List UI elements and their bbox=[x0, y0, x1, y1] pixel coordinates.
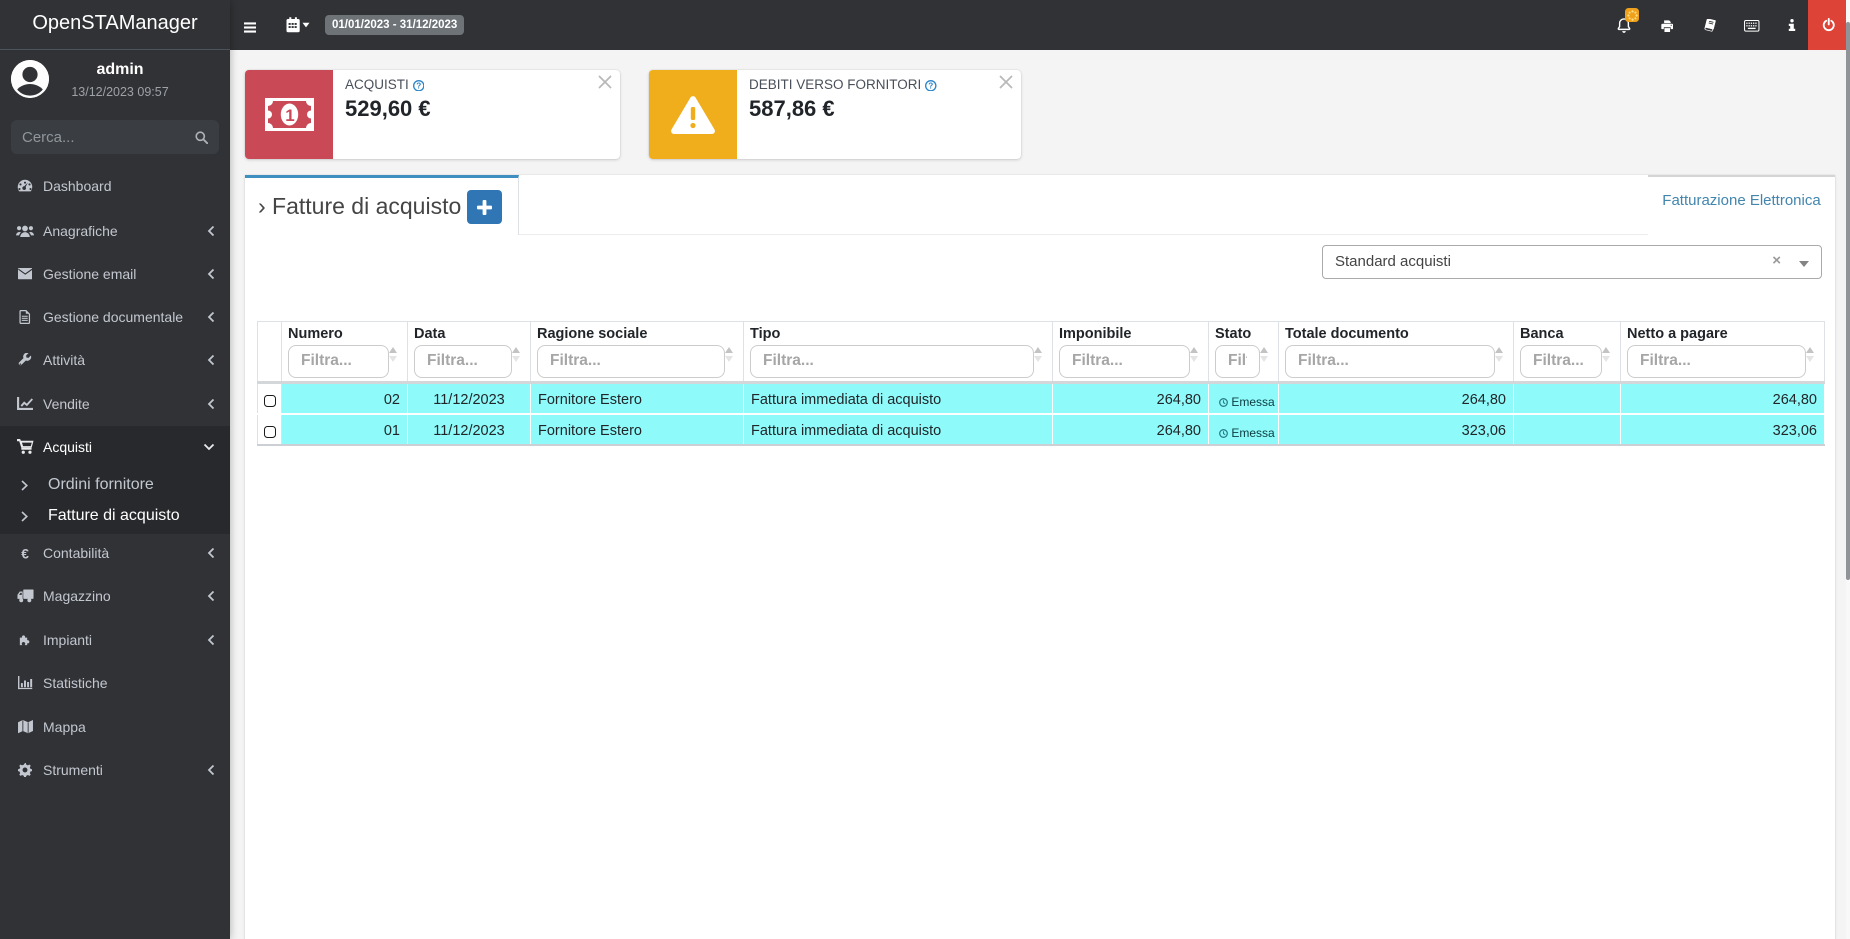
svg-text:?: ? bbox=[416, 81, 421, 90]
svg-text:€: € bbox=[21, 546, 29, 560]
svg-text:1: 1 bbox=[285, 106, 294, 125]
svg-text:?: ? bbox=[928, 81, 933, 90]
